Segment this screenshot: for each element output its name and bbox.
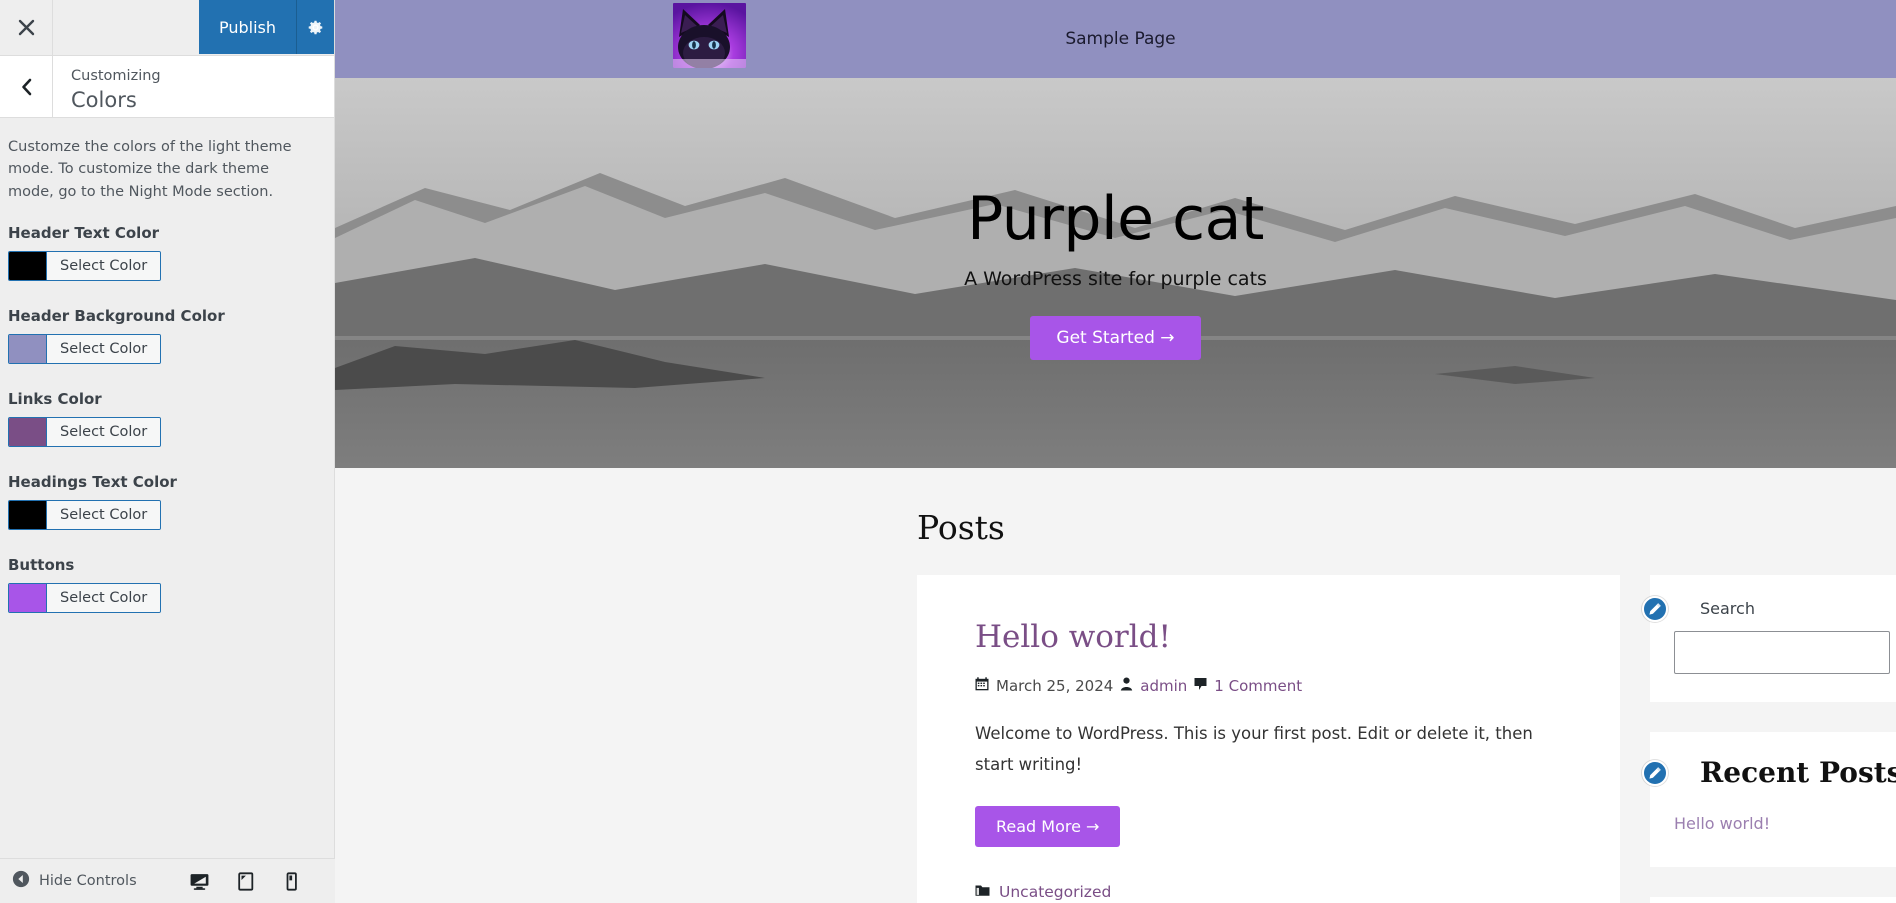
- page-title: Colors: [71, 88, 137, 113]
- search-row: Search: [1674, 631, 1896, 674]
- content-area: Posts Hello world! March 25, 2024 admin …: [335, 468, 1896, 903]
- tablet-icon[interactable]: [233, 869, 257, 893]
- main-column: Hello world! March 25, 2024 admin 1 Comm…: [917, 575, 1620, 903]
- recent-posts-list: Hello world!: [1674, 802, 1896, 839]
- sidebar-widget-partial: [1650, 897, 1896, 903]
- search-widget: Search Search: [1642, 575, 1896, 702]
- section-description: Customze the colors of the light theme m…: [8, 139, 292, 200]
- customizer-app: Publish Customizing Colors Customze the …: [0, 0, 1896, 903]
- search-input[interactable]: [1674, 631, 1890, 674]
- posts-section-heading: Posts: [917, 508, 1005, 547]
- calendar-icon: [975, 677, 989, 695]
- control-header-background-color: Header Background Color Select Color: [8, 307, 320, 367]
- color-swatch: [9, 252, 47, 281]
- color-swatch: [9, 335, 47, 364]
- search-widget-head: Search: [1642, 595, 1896, 622]
- hero-subtitle: A WordPress site for purple cats: [964, 268, 1267, 290]
- control-label: Header Text Color: [8, 224, 160, 243]
- control-label: Headings Text Color: [8, 473, 177, 492]
- color-picker-header-text[interactable]: Select Color: [8, 251, 162, 282]
- select-color-label: Select Color: [47, 584, 161, 613]
- site-nav: Sample Page: [345, 29, 1896, 49]
- control-links-color: Links Color Select Color: [8, 390, 320, 450]
- post-card: Hello world! March 25, 2024 admin 1 Comm…: [917, 575, 1620, 903]
- user-icon: [1120, 677, 1133, 695]
- folder-icon: [975, 883, 990, 901]
- recent-posts-widget-head: Recent Posts: [1642, 756, 1896, 789]
- control-headings-text-color: Headings Text Color Select Color: [8, 473, 320, 533]
- edit-pencil-icon[interactable]: [1642, 595, 1668, 622]
- control-header-text-color: Header Text Color Select Color: [8, 224, 320, 284]
- recent-posts-widget: Recent Posts Hello world!: [1642, 732, 1896, 867]
- post-title-link[interactable]: Hello world!: [975, 619, 1562, 655]
- post-excerpt: Welcome to WordPress. This is your first…: [975, 724, 1533, 774]
- color-picker-buttons[interactable]: Select Color: [8, 583, 162, 614]
- desktop-icon[interactable]: [187, 869, 211, 893]
- sidebar-column: Search Search: [1642, 575, 1896, 903]
- color-picker-headings-text[interactable]: Select Color: [8, 500, 162, 531]
- control-label: Header Background Color: [8, 307, 225, 326]
- select-color-label: Select Color: [47, 418, 161, 447]
- post-author-link[interactable]: admin: [1140, 677, 1187, 695]
- purple-cat-logo[interactable]: [673, 3, 746, 68]
- get-started-button[interactable]: Get Started →: [1030, 316, 1201, 360]
- customizer-panel: Publish Customizing Colors Customze the …: [0, 0, 335, 903]
- content-columns: Hello world! March 25, 2024 admin 1 Comm…: [335, 575, 1896, 903]
- customizer-topbar: Publish: [0, 0, 334, 56]
- section-titles: Customizing Colors: [53, 56, 161, 117]
- control-label: Links Color: [8, 390, 102, 409]
- post-meta: March 25, 2024 admin 1 Comment: [975, 677, 1562, 695]
- control-buttons-color: Buttons Select Color: [8, 556, 320, 616]
- recent-posts-widget-title: Recent Posts: [1700, 756, 1896, 789]
- select-color-label: Select Color: [47, 501, 161, 530]
- device-preview-group: [187, 869, 323, 893]
- hero-content: Purple cat A WordPress site for purple c…: [964, 186, 1267, 360]
- recent-post-link[interactable]: Hello world!: [1674, 814, 1770, 833]
- nav-item-sample-page[interactable]: Sample Page: [1065, 29, 1175, 49]
- customizer-controls: Customze the colors of the light theme m…: [0, 118, 334, 616]
- color-picker-links[interactable]: Select Color: [8, 417, 162, 448]
- color-swatch: [9, 501, 47, 530]
- breadcrumb: Customizing: [71, 67, 161, 84]
- comment-icon: [1194, 677, 1207, 695]
- hero-title: Purple cat: [967, 184, 1264, 254]
- customizer-footer: Hide Controls: [0, 858, 335, 903]
- post-date: March 25, 2024: [996, 677, 1114, 695]
- select-color-label: Select Color: [47, 335, 161, 364]
- site-header: Sample Page: [335, 0, 1896, 78]
- collapse-arrow-icon: [12, 870, 30, 892]
- chevron-left-icon[interactable]: [0, 56, 53, 117]
- post-category-link[interactable]: Uncategorized: [999, 883, 1111, 901]
- list-item: Hello world!: [1674, 808, 1896, 839]
- hide-controls-button[interactable]: Hide Controls: [12, 870, 137, 892]
- post-footer: Uncategorized: [975, 883, 1562, 901]
- hero-section: Purple cat A WordPress site for purple c…: [335, 78, 1896, 468]
- customizer-section-header: Customizing Colors: [0, 56, 334, 118]
- color-swatch: [9, 584, 47, 613]
- edit-pencil-icon[interactable]: [1642, 759, 1668, 786]
- site-preview-frame[interactable]: Sample Page Purple cat A WordPress site …: [335, 0, 1896, 903]
- read-more-button[interactable]: Read More →: [975, 806, 1121, 848]
- color-swatch: [9, 418, 47, 447]
- publish-group: Publish: [198, 0, 334, 54]
- hide-controls-label: Hide Controls: [39, 873, 137, 889]
- close-x-icon[interactable]: [0, 0, 53, 55]
- color-picker-header-background[interactable]: Select Color: [8, 334, 162, 365]
- control-label: Buttons: [8, 556, 75, 575]
- gear-icon[interactable]: [296, 0, 334, 54]
- mobile-icon[interactable]: [279, 869, 303, 893]
- post-comments-link[interactable]: 1 Comment: [1214, 677, 1302, 695]
- select-color-label: Select Color: [47, 252, 161, 281]
- publish-button[interactable]: Publish: [198, 0, 296, 54]
- search-widget-title: Search: [1700, 599, 1755, 618]
